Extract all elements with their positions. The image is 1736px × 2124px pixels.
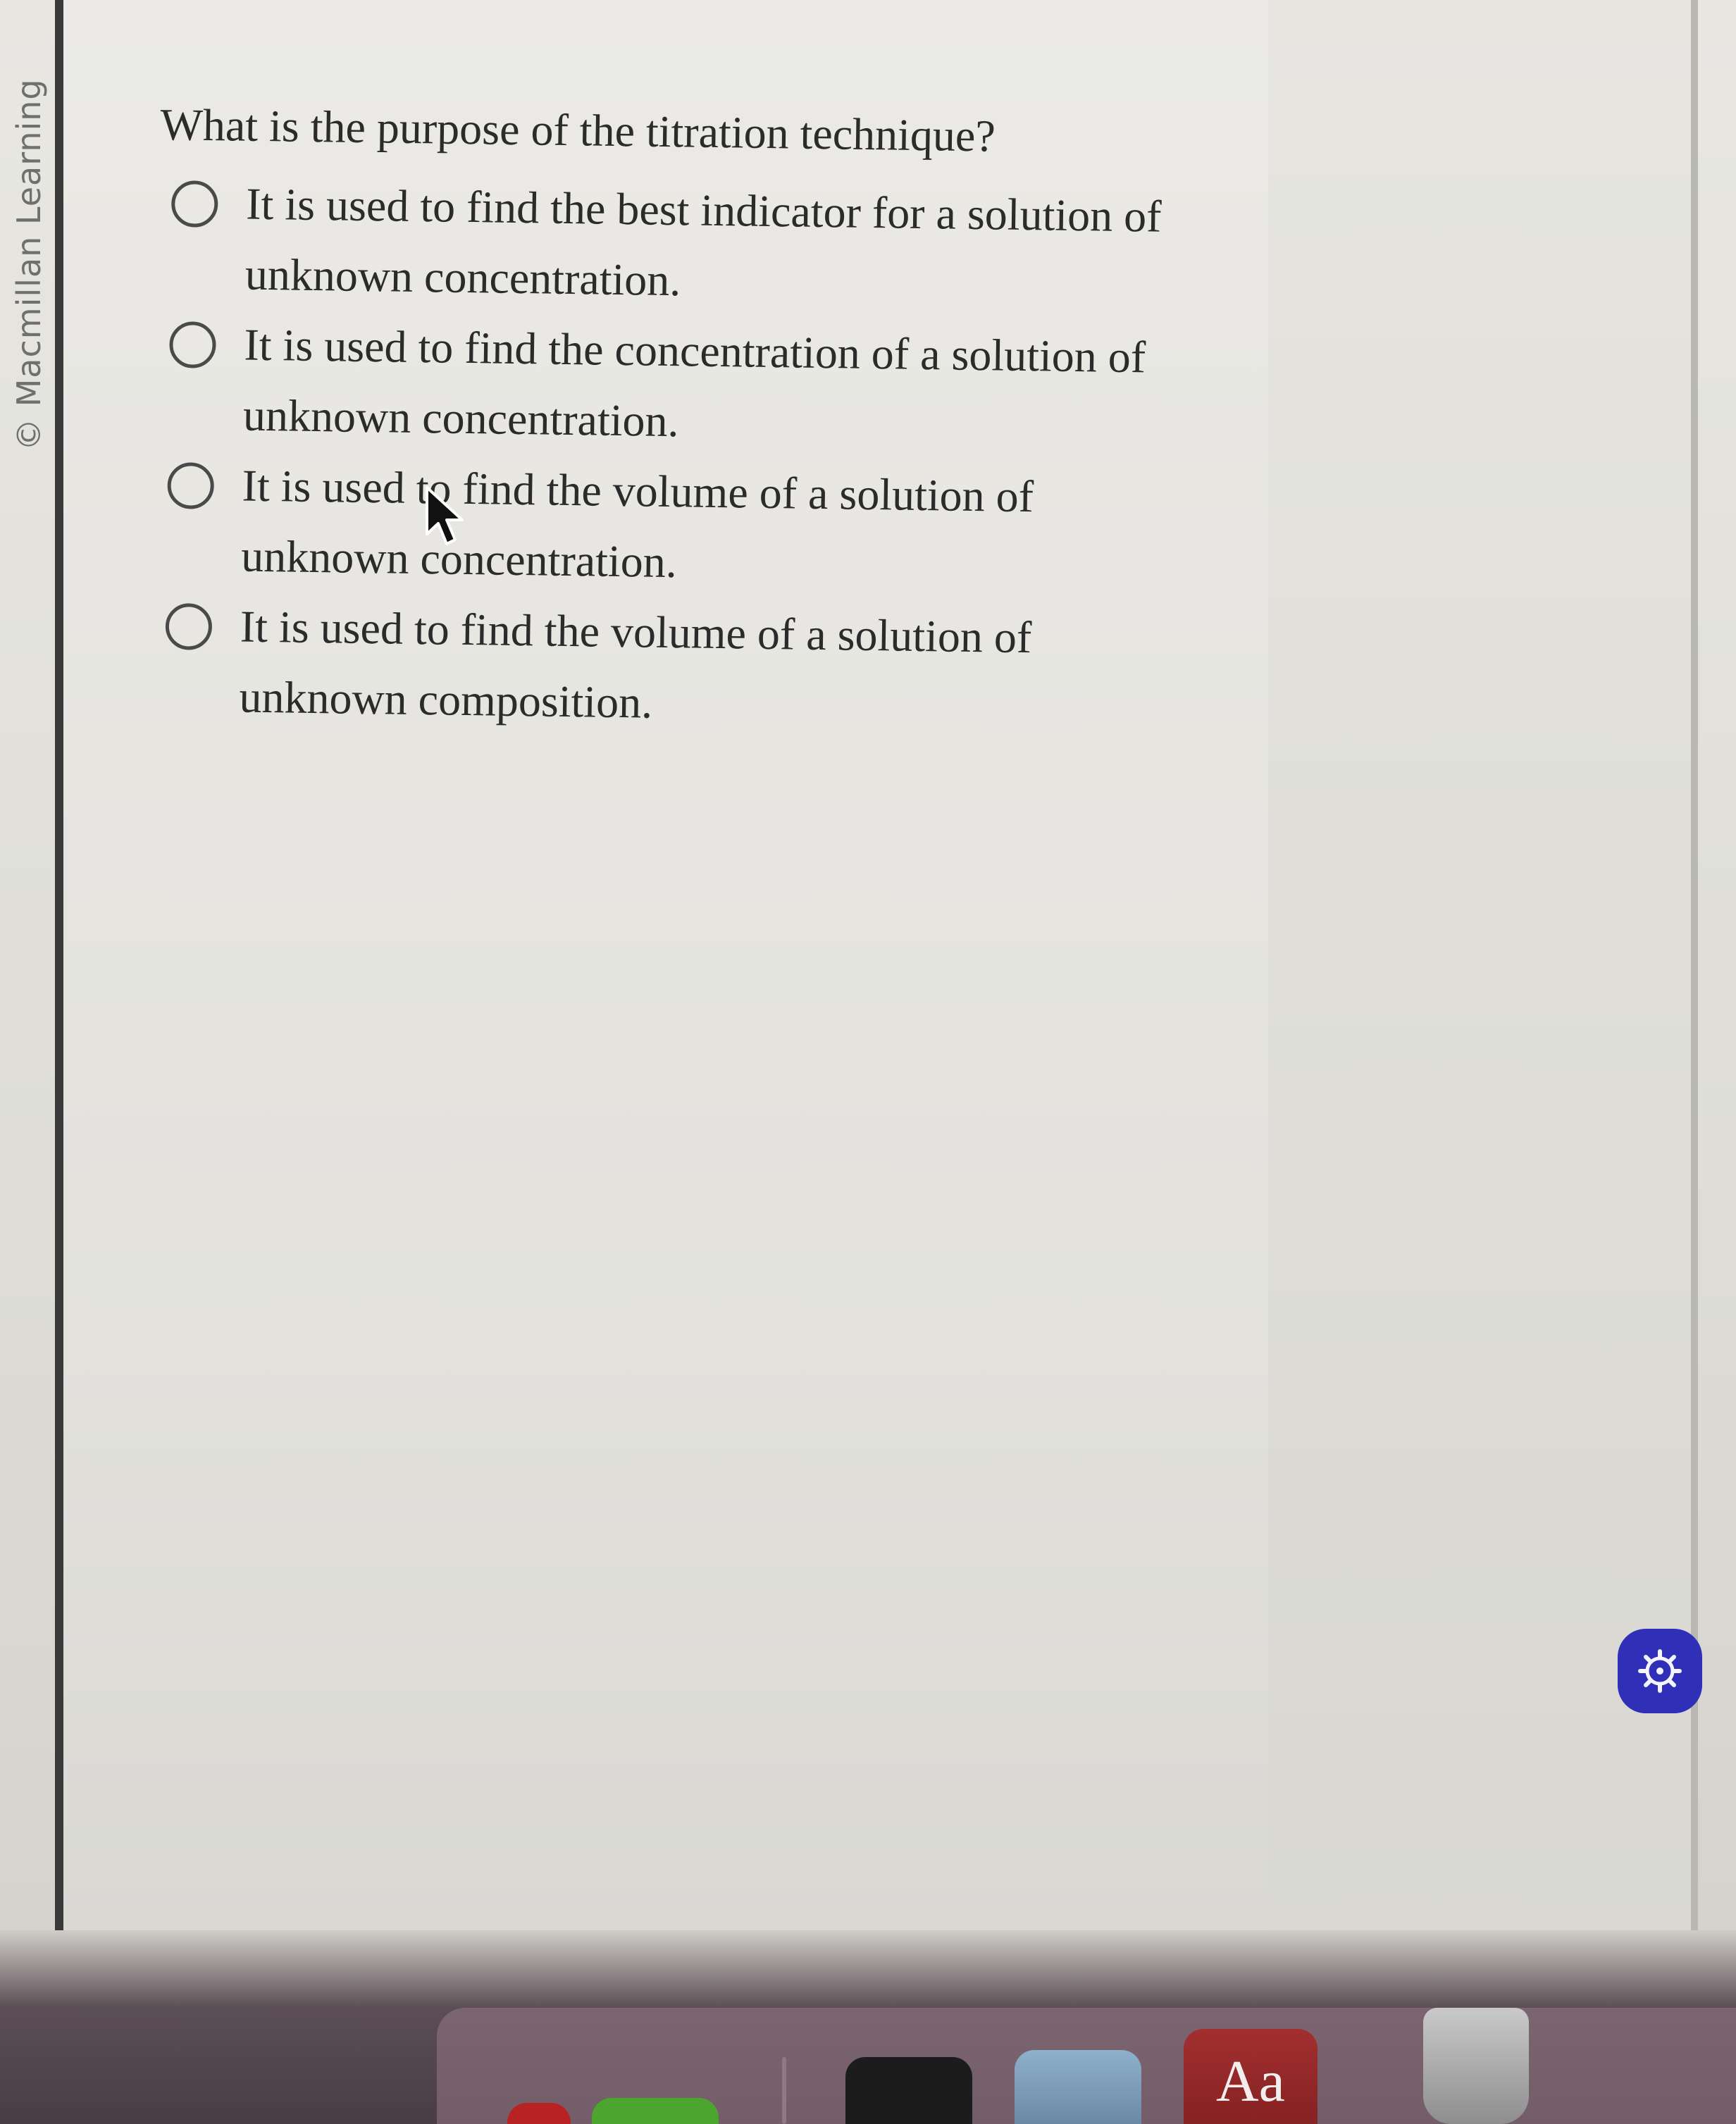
answer-option-1[interactable]: It is used to find the best indicator fo… [166, 168, 1189, 323]
radio-button[interactable] [169, 321, 216, 368]
radio-button[interactable] [167, 462, 215, 509]
answer-option-2[interactable]: It is used to find the concentration of … [163, 309, 1187, 464]
answer-option-label[interactable]: It is used to find the concentration of … [242, 310, 1174, 464]
answer-option-4[interactable]: It is used to find the volume of a solut… [160, 590, 1184, 745]
radio-button[interactable] [170, 180, 218, 228]
settings-button[interactable] [1618, 1629, 1702, 1713]
dock-app-dictionary[interactable]: Aa [1184, 2029, 1318, 2124]
answer-options: It is used to find the best indicator fo… [160, 168, 1189, 745]
copyright-watermark: © Macmillan Learning [10, 78, 48, 451]
screen: © Macmillan Learning What is the purpose… [0, 0, 1736, 2124]
answer-option-3[interactable]: It is used to find the volume of a solut… [162, 449, 1186, 604]
answer-option-label[interactable]: It is used to find the volume of a solut… [239, 592, 1171, 745]
dock-app-green[interactable] [592, 2098, 719, 2124]
arrow-cursor-icon [426, 486, 464, 545]
trash-icon[interactable] [1423, 2008, 1529, 2124]
gear-icon [1638, 1649, 1682, 1693]
answer-option-label[interactable]: It is used to find the volume of a solut… [241, 451, 1173, 604]
answer-option-label[interactable]: It is used to find the best indicator fo… [244, 169, 1177, 323]
radio-button[interactable] [165, 603, 213, 650]
dock-app-preview[interactable] [1015, 2050, 1141, 2124]
page-edge [55, 0, 63, 2057]
dock: Aa [437, 2008, 1736, 2124]
dock-app-dark[interactable] [845, 2057, 972, 2124]
dock-app-red[interactable] [507, 2103, 571, 2124]
dock-separator [782, 2057, 786, 2124]
